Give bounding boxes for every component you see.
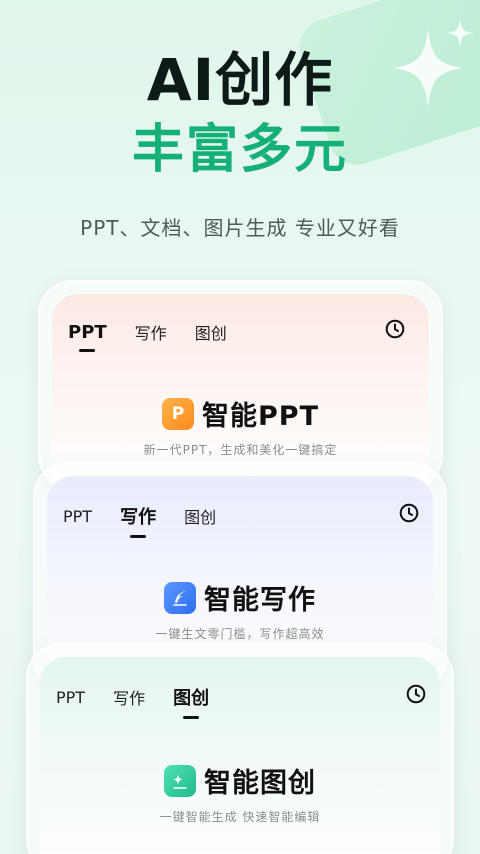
- sparkle-glyph-icon: [173, 773, 187, 789]
- feature-desc-image: 一键智能生成 快速智能编辑: [159, 810, 321, 824]
- card-image: PPT 写作 图创 智能图创 一键智能生成 快速智能编辑: [26, 643, 454, 854]
- ppt-icon: P: [162, 397, 194, 430]
- hero-subtitle: 丰富多元: [131, 120, 348, 180]
- clock-icon[interactable]: [399, 503, 419, 523]
- writing-feather-icon: [164, 581, 196, 614]
- feature-desc-writing: 一键生文零门槛，写作超高效: [155, 627, 325, 641]
- feature-title-ppt: 智能PPT: [202, 401, 319, 432]
- feature-writing: 智能写作 一键生文零门槛，写作超高效: [35, 578, 445, 642]
- tab-writing[interactable]: 写作: [113, 685, 145, 709]
- feature-title-image: 智能图创: [204, 768, 316, 799]
- image-sparkle-icon: [164, 764, 196, 797]
- clock-icon[interactable]: [385, 319, 405, 339]
- tab-writing[interactable]: 写作: [120, 503, 156, 538]
- clock-icon[interactable]: [406, 684, 426, 704]
- card-image-tabs: PPT 写作 图创: [56, 684, 237, 719]
- tab-ppt[interactable]: PPT: [63, 507, 92, 526]
- hero-section: AI创作 丰富多元 PPT、文档、图片生成 专业又好看: [0, 44, 480, 241]
- tab-image[interactable]: 图创: [195, 320, 227, 344]
- card-writing-tabs: PPT 写作 图创: [63, 503, 244, 538]
- feature-title-writing: 智能写作: [204, 585, 316, 616]
- feature-image: 智能图创 一键智能生成 快速智能编辑: [28, 761, 452, 825]
- tab-ppt[interactable]: PPT: [68, 322, 107, 352]
- tab-writing[interactable]: 写作: [135, 320, 167, 344]
- tab-image[interactable]: 图创: [173, 684, 209, 719]
- hero-title: AI创作: [146, 46, 334, 114]
- tab-image[interactable]: 图创: [184, 504, 216, 528]
- card-ppt-tabs: PPT 写作 图创: [68, 320, 255, 352]
- feature-ppt: P 智能PPT 新一代PPT，生成和美化一键搞定: [40, 394, 441, 458]
- tab-ppt[interactable]: PPT: [56, 688, 85, 707]
- card-ppt: PPT 写作 图创 P 智能PPT 新一代PPT，生成和美化一键搞定: [38, 280, 443, 490]
- feather-glyph-icon: [173, 590, 187, 606]
- hero-description: PPT、文档、图片生成 专业又好看: [80, 216, 400, 240]
- feature-desc-ppt: 新一代PPT，生成和美化一键搞定: [143, 443, 338, 457]
